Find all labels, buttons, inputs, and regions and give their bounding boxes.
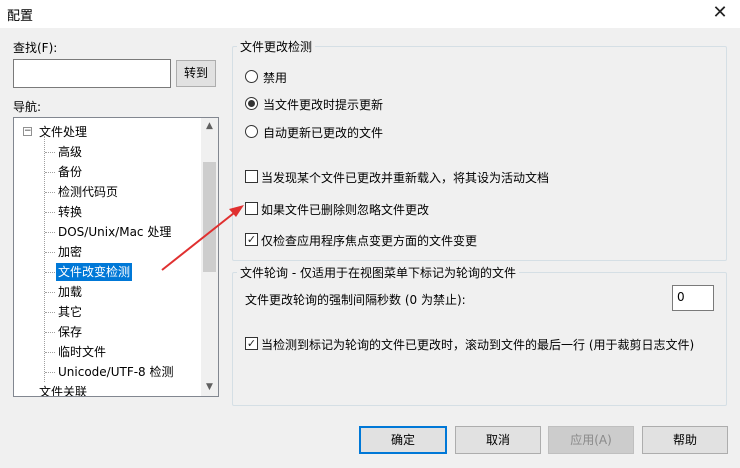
annotation-arrow xyxy=(161,205,244,271)
